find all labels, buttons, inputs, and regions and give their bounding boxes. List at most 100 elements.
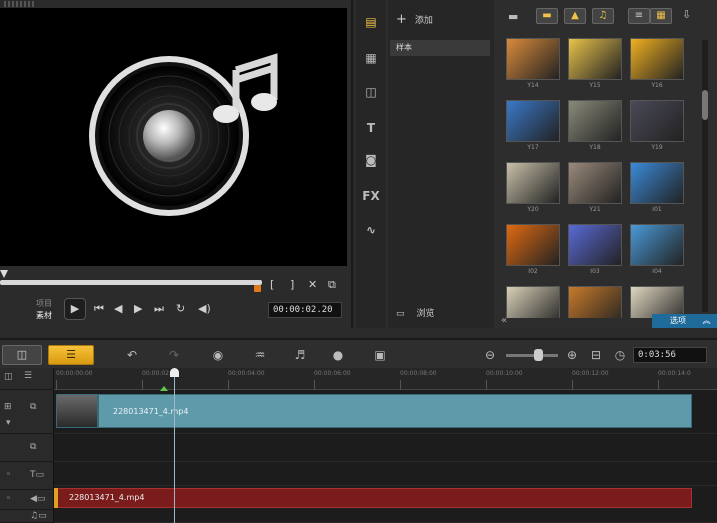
ruler-tick <box>314 380 315 390</box>
mode-project-label[interactable]: 项目 <box>36 298 60 310</box>
library-thumbnail[interactable] <box>630 100 684 142</box>
storyboard-view-button[interactable]: ◫ <box>2 345 42 365</box>
copy-icon[interactable]: ⧉ <box>328 278 336 292</box>
music-track-icon[interactable]: ♫▭ <box>30 511 47 521</box>
zoom-slider[interactable] <box>506 354 558 357</box>
library-thumbnail[interactable] <box>630 38 684 80</box>
collapse-left-icon[interactable]: « <box>496 314 512 328</box>
library-thumbnail[interactable] <box>506 100 560 142</box>
audio-clip-start-handle[interactable] <box>54 488 58 508</box>
show-audio-button[interactable]: ♫ <box>592 8 614 24</box>
go-end-icon[interactable]: ⏭ <box>154 302 164 316</box>
video-clip[interactable]: 228013471_4.mp4 <box>98 394 692 428</box>
zoom-out-icon[interactable]: ⊖ <box>480 346 500 364</box>
project-duration[interactable]: 0:03:56 <box>633 347 707 363</box>
track-header-top: ◫ ☰ <box>0 368 54 390</box>
mark-out-button[interactable]: ] <box>290 278 294 292</box>
subtitle-editor-icon[interactable]: ▣ <box>370 346 390 364</box>
transition-icon[interactable]: ◫ <box>362 84 380 100</box>
library-thumbnail[interactable] <box>506 286 560 318</box>
prev-frame-icon[interactable]: ◀ <box>114 302 122 316</box>
video-track-icon[interactable]: ⧉ <box>30 402 36 412</box>
list-view-button[interactable]: ≡ <box>628 8 650 24</box>
video-track[interactable]: 228013471_4.mp4 <box>54 390 717 434</box>
library-thumbnail-label: Y15 <box>589 82 601 89</box>
voice-track[interactable]: 228013471_4.mp4 <box>54 486 717 523</box>
cut-icon[interactable]: ✕ <box>308 278 317 292</box>
zoom-in-icon[interactable]: ⊕ <box>562 346 582 364</box>
record-capture-icon[interactable]: ◉ <box>208 346 228 364</box>
show-video-button[interactable]: ▬ <box>536 8 558 24</box>
next-frame-icon[interactable]: ▶ <box>134 302 142 316</box>
library-thumbnail[interactable] <box>568 100 622 142</box>
library-thumbnail-label: Y18 <box>589 144 601 151</box>
voice-track-icon[interactable]: ◀▭ <box>30 494 45 504</box>
preview-scrubber[interactable] <box>0 280 262 285</box>
title-icon[interactable]: T <box>362 120 380 136</box>
timeline-marker[interactable] <box>160 386 168 391</box>
auto-music-icon[interactable]: ♬ <box>290 346 310 364</box>
playhead-handle[interactable] <box>170 368 179 377</box>
library-thumbnail[interactable] <box>630 224 684 266</box>
library-scrollbar-thumb[interactable] <box>702 90 708 120</box>
repeat-icon[interactable]: ↻ <box>176 302 185 316</box>
panel-grip[interactable] <box>4 1 34 7</box>
add-folder-button[interactable]: + 添加 <box>396 12 433 27</box>
library-thumbnail[interactable] <box>506 162 560 204</box>
title-track[interactable] <box>54 462 717 486</box>
graphic-icon[interactable]: ◙ <box>362 152 380 168</box>
show-photo-button[interactable]: ▲ <box>564 8 586 24</box>
sound-mixer-icon[interactable]: ♒ <box>250 346 270 364</box>
speaker-music-graphic <box>89 53 278 216</box>
voice-mute-icon[interactable]: ◦ <box>6 494 11 504</box>
track-expand-icon[interactable]: ▾ <box>6 418 11 428</box>
library-toolbar: ▬ ▬ ▲ ♫ ≡ ▦ ⇩ <box>496 8 716 26</box>
volume-icon[interactable]: ◀) <box>198 302 211 316</box>
title-visibility-icon[interactable]: ◦ <box>6 470 11 480</box>
library-scrollbar[interactable] <box>702 40 708 312</box>
scrubber-start-marker[interactable] <box>0 270 8 280</box>
track-lock-icon[interactable]: ⊞ <box>4 402 12 412</box>
ruler-tick-label: 00:00:06:00 <box>314 370 351 377</box>
filter-fx-icon[interactable]: FX <box>362 188 380 204</box>
library-thumbnail[interactable] <box>630 162 684 204</box>
library-thumbnail[interactable] <box>568 38 622 80</box>
folder-open-icon[interactable]: ▬ <box>508 10 518 23</box>
browse-button[interactable]: ▭ 浏览 <box>396 306 435 319</box>
all-tracks-icon[interactable]: ☰ <box>24 371 32 381</box>
folder-item-sample[interactable]: 样本 <box>390 40 490 56</box>
track-header-voice: ◦ ◀▭ <box>0 490 54 510</box>
instant-project-icon[interactable]: ▦ <box>362 50 380 66</box>
overlay-track-icon[interactable]: ⧉ <box>30 442 36 452</box>
audio-clip[interactable]: 228013471_4.mp4 <box>54 488 692 508</box>
preview-timecode[interactable]: 00:00:02.20 <box>268 302 342 318</box>
library-thumbnail[interactable] <box>506 38 560 80</box>
overlay-track[interactable] <box>54 434 717 462</box>
path-icon[interactable]: ∿ <box>362 222 380 238</box>
fit-project-icon[interactable]: ⊟ <box>586 346 606 364</box>
timeline-view-button[interactable]: ☰ <box>48 345 94 365</box>
library-thumbnail[interactable] <box>568 162 622 204</box>
library-thumbnail[interactable] <box>568 286 622 318</box>
options-button[interactable]: 选项 ︽ <box>652 314 717 328</box>
motion-track-icon[interactable]: ● <box>328 346 348 364</box>
title-track-icon[interactable]: T▭ <box>30 470 44 480</box>
timeline-ruler[interactable]: 00:00:00:00 00:00:02:00 00:00:04:00 00:00:0… <box>54 368 717 390</box>
sort-icon[interactable]: ⇩ <box>682 8 691 21</box>
zoom-slider-knob[interactable] <box>534 349 543 361</box>
undo-icon[interactable]: ↶ <box>122 346 142 364</box>
scrubber-end-marker[interactable] <box>254 285 261 292</box>
track-manager-icon[interactable]: ◫ <box>4 372 13 382</box>
library-thumbnail[interactable] <box>506 224 560 266</box>
play-button[interactable]: ▶ <box>64 298 86 320</box>
library-thumbnail-label: Y20 <box>527 206 539 213</box>
media-folder-icon[interactable]: ▤ <box>362 14 380 30</box>
mode-clip-label[interactable]: 素材 <box>36 310 60 322</box>
redo-icon[interactable]: ↷ <box>164 346 184 364</box>
ruler-tick <box>572 380 573 390</box>
video-clip-thumbnail[interactable] <box>56 394 98 428</box>
go-start-icon[interactable]: ⏮ <box>94 302 104 316</box>
mark-in-button[interactable]: [ <box>270 278 274 292</box>
thumbnail-view-button[interactable]: ▦ <box>650 8 672 24</box>
library-thumbnail[interactable] <box>568 224 622 266</box>
